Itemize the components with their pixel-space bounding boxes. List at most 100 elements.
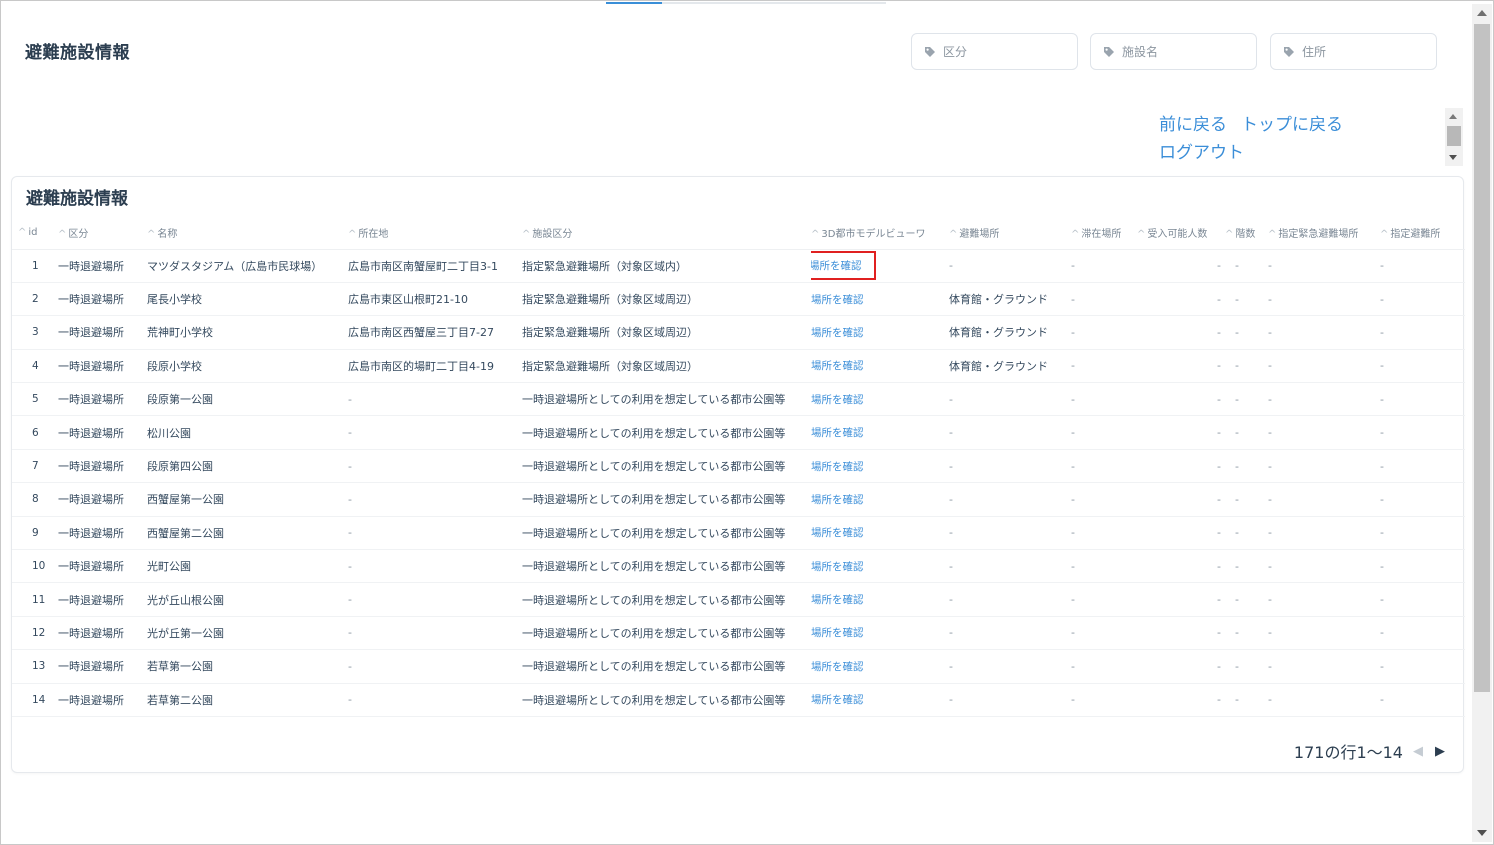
location-link[interactable]: 場所を確認: [811, 394, 864, 406]
column-header[interactable]: ^ 避難場所: [949, 217, 1071, 250]
column-header[interactable]: ^ 名称: [147, 217, 348, 250]
location-link[interactable]: 場所を確認: [811, 294, 864, 306]
cell-evac: -: [949, 582, 1071, 617]
location-link[interactable]: 場所を確認: [811, 627, 864, 639]
column-header[interactable]: ^ 受入可能人数: [1137, 217, 1225, 250]
back-link[interactable]: 前に戻る: [1159, 115, 1227, 135]
cell-address: -: [348, 649, 522, 684]
cell-capacity: -: [1137, 382, 1225, 417]
cell-id: 1: [12, 249, 58, 283]
location-link[interactable]: 場所を確認: [811, 561, 864, 573]
location-link[interactable]: 場所を確認: [811, 251, 876, 281]
cell-kubun: 一時退避場所: [58, 449, 147, 484]
location-link[interactable]: 場所を確認: [811, 327, 864, 339]
page-scrollbar[interactable]: [1472, 4, 1492, 842]
location-link[interactable]: 場所を確認: [811, 594, 864, 606]
table-row: 2 一時退避場所 尾長小学校 広島市東区山根町21-10 指定緊急避難場所（対象区域周辺…: [12, 282, 1465, 317]
cell-floors: -: [1225, 582, 1268, 617]
cell-facility: 一時退避場所としての利用を想定している都市公園等: [522, 549, 811, 584]
cell-evac: 体育館・グラウンド: [949, 282, 1071, 317]
cell-address: -: [348, 482, 522, 517]
nav-scrollbar[interactable]: [1445, 108, 1463, 166]
location-link[interactable]: 場所を確認: [811, 461, 864, 473]
sort-icon: ^: [1137, 229, 1146, 241]
location-link[interactable]: 場所を確認: [811, 527, 864, 539]
filter-facility-name[interactable]: 施設名: [1090, 33, 1257, 70]
cell-stay: -: [1071, 482, 1137, 517]
column-header[interactable]: ^ 滞在場所: [1071, 217, 1137, 250]
location-link[interactable]: 場所を確認: [811, 360, 864, 372]
cell-id: 10: [12, 549, 58, 584]
cell-name: 若草第一公園: [147, 649, 348, 684]
table-header-row: ^ id ^ 区分 ^ 名称 ^ 所在地 ^ 施設区分 ^ 3D都市モデルビューワ ^ 避難場所 ^ 滞在場所…: [12, 217, 1465, 250]
location-link[interactable]: 場所を確認: [811, 694, 864, 706]
scroll-thumb[interactable]: [1474, 24, 1490, 692]
location-link[interactable]: 場所を確認: [811, 661, 864, 673]
facility-table: ^ id ^ 区分 ^ 名称 ^ 所在地 ^ 施設区分 ^ 3D都市モデルビューワ ^ 避難場所 ^ 滞在場所…: [12, 217, 1465, 717]
cell-name: 荒神町小学校: [147, 315, 348, 350]
top-link[interactable]: トップに戻る: [1241, 115, 1343, 135]
column-header[interactable]: ^ 指定避難所: [1380, 217, 1465, 250]
sort-icon: ^: [1225, 229, 1234, 241]
column-header-label: 避難場所: [959, 229, 1000, 241]
table-row: 7 一時退避場所 段原第四公園 - 一時退避場所としての利用を想定している都市公園等 場所…: [12, 449, 1465, 484]
cell-floors: -: [1225, 449, 1268, 484]
column-header[interactable]: ^ 施設区分: [522, 217, 811, 250]
cell-shelter: -: [1380, 516, 1465, 551]
cell-name: 光が丘山根公園: [147, 582, 348, 617]
location-link[interactable]: 場所を確認: [811, 494, 864, 506]
scroll-down-arrow-icon[interactable]: [1477, 830, 1487, 836]
cell-kubun: 一時退避場所: [58, 549, 147, 584]
cell-shelter: -: [1380, 249, 1465, 283]
viewer-cell: 場所を確認: [811, 616, 949, 651]
cell-name: 西蟹屋第一公園: [147, 482, 348, 517]
tag-icon: [924, 46, 936, 58]
cell-evac: 体育館・グラウンド: [949, 315, 1071, 350]
column-header-label: 受入可能人数: [1147, 229, 1208, 241]
column-header[interactable]: ^ 所在地: [348, 217, 522, 250]
cell-stay: -: [1071, 449, 1137, 484]
cell-capacity: -: [1137, 349, 1225, 384]
cell-emergency: -: [1268, 382, 1380, 417]
sort-icon: ^: [1268, 229, 1277, 241]
cell-id: 14: [12, 683, 58, 717]
viewer-cell: 場所を確認: [811, 315, 949, 350]
cell-evac: -: [949, 683, 1071, 717]
cell-facility: 一時退避場所としての利用を想定している都市公園等: [522, 415, 811, 450]
viewer-cell: 場所を確認: [811, 282, 949, 317]
column-header[interactable]: ^ id: [12, 217, 58, 250]
scroll-thumb[interactable]: [1447, 126, 1461, 146]
scroll-up-arrow-icon[interactable]: [1477, 10, 1487, 16]
cell-shelter: -: [1380, 616, 1465, 651]
filter-kubun-label: 区分: [943, 45, 968, 59]
column-header[interactable]: ^ 指定緊急避難場所: [1268, 217, 1380, 250]
column-header[interactable]: ^ 区分: [58, 217, 147, 250]
cell-kubun: 一時退避場所: [58, 249, 147, 283]
cell-facility: 一時退避場所としての利用を想定している都市公園等: [522, 616, 811, 651]
column-header[interactable]: ^ 階数: [1225, 217, 1268, 250]
location-link[interactable]: 場所を確認: [811, 427, 864, 439]
viewer-cell: 場所を確認: [811, 349, 949, 384]
filter-kubun[interactable]: 区分: [911, 33, 1078, 70]
cell-id: 4: [12, 349, 58, 384]
cell-floors: -: [1225, 349, 1268, 384]
cell-shelter: -: [1380, 282, 1465, 317]
chevron-left-icon[interactable]: ◀: [1413, 744, 1423, 759]
cell-shelter: -: [1380, 549, 1465, 584]
chevron-right-icon[interactable]: ▶: [1435, 744, 1445, 759]
logout-link[interactable]: ログアウト: [1159, 143, 1244, 163]
cell-address: -: [348, 683, 522, 717]
cell-shelter: -: [1380, 382, 1465, 417]
cell-facility: 一時退避場所としての利用を想定している都市公園等: [522, 683, 811, 717]
scroll-down-arrow-icon[interactable]: [1449, 155, 1457, 160]
column-header-label: 名称: [157, 229, 178, 241]
cell-shelter: -: [1380, 449, 1465, 484]
scroll-up-arrow-icon[interactable]: [1449, 114, 1457, 119]
cell-address: 広島市東区山根町21-10: [348, 282, 522, 317]
cell-name: 尾長小学校: [147, 282, 348, 317]
cell-shelter: -: [1380, 315, 1465, 350]
column-header[interactable]: ^ 3D都市モデルビューワ: [811, 217, 949, 250]
cell-evac: -: [949, 249, 1071, 283]
filter-address[interactable]: 住所: [1270, 33, 1437, 70]
cell-evac: -: [949, 449, 1071, 484]
